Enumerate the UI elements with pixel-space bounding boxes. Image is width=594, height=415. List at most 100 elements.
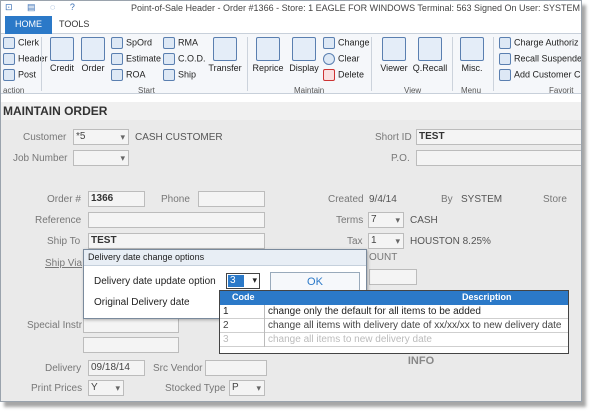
clear-icon <box>323 53 335 65</box>
option-row[interactable]: 3 change all items to new delivery date <box>220 333 568 347</box>
misc-button[interactable]: Misc. <box>457 37 487 73</box>
group-label-view: View <box>404 86 422 95</box>
ship-via-link[interactable]: Ship Via <box>45 258 82 269</box>
clerk-button[interactable]: Clerk <box>3 37 39 49</box>
ok-button[interactable]: OK <box>270 272 360 292</box>
viewer-button[interactable]: Viewer <box>378 37 410 73</box>
reprice-icon <box>256 37 280 61</box>
ribbon-tabs: HOME TOOLS <box>1 16 581 34</box>
group-label-start: Start <box>138 86 155 95</box>
reference-field[interactable] <box>88 212 265 228</box>
roa-button[interactable]: ROA <box>111 69 146 81</box>
change-button[interactable]: Change <box>323 37 370 49</box>
job-number-label: Job Number <box>13 153 68 164</box>
sporder-button[interactable]: SpOrd <box>111 37 152 49</box>
post-button[interactable]: Post <box>3 69 36 81</box>
special-instructions-field[interactable] <box>83 317 179 333</box>
customer-name: CASH CUSTOMER <box>135 132 223 143</box>
qrecall-button[interactable]: Q.Recall <box>412 37 448 73</box>
po-field[interactable] <box>416 150 581 166</box>
option-description: change only the default for all items to… <box>268 306 481 317</box>
clock-icon <box>418 37 442 61</box>
src-vendor-field[interactable] <box>205 360 267 376</box>
ship-button[interactable]: Ship <box>163 69 196 81</box>
terms-label: Terms <box>336 215 364 226</box>
ship-to-field[interactable]: TEST <box>88 233 265 249</box>
stocked-type-select[interactable]: P <box>229 380 265 396</box>
rma-button[interactable]: RMA <box>163 37 198 49</box>
change-icon <box>323 37 335 49</box>
group-label-action: action <box>3 86 25 95</box>
ribbon-separator <box>371 37 372 91</box>
chevron-down-icon[interactable]: ▾ <box>252 275 257 286</box>
stocked-type-label: Stocked Type <box>165 383 226 394</box>
option-row[interactable]: 1 change only the default for all items … <box>220 305 568 319</box>
group-label-favorites: Favorit <box>549 86 574 95</box>
transfer-button[interactable]: Transfer <box>207 37 243 73</box>
created-value: 9/4/14 <box>369 194 397 205</box>
clear-button[interactable]: Clear <box>323 53 360 65</box>
fav-add-customer[interactable]: Add Customer C <box>499 69 581 81</box>
terms-select[interactable]: 7 <box>368 212 404 228</box>
customer-select[interactable]: *5 <box>73 129 129 145</box>
tab-tools[interactable]: TOOLS <box>49 16 99 34</box>
order-number-field[interactable]: 1366 <box>88 191 145 207</box>
column-divider <box>264 319 265 333</box>
by-value: SYSTEM <box>461 194 503 205</box>
print-prices-select[interactable]: Y <box>88 380 124 396</box>
update-option-select[interactable]: 3 ▾ <box>226 273 260 289</box>
special-instructions-field-2[interactable] <box>83 337 179 353</box>
update-option-dropdown-grid: Code Description 1 change only the defau… <box>219 290 569 354</box>
description-column-header: Description <box>462 292 512 302</box>
cod-icon <box>163 53 175 65</box>
clerk-icon <box>3 37 15 49</box>
ribbon-separator <box>493 37 494 91</box>
fav-charge-authorization[interactable]: Charge Authoriz <box>499 37 579 49</box>
display-icon <box>292 37 316 61</box>
account-field[interactable] <box>369 269 417 285</box>
roa-icon <box>111 69 123 81</box>
order-button[interactable]: Order <box>79 37 107 73</box>
credit-icon <box>50 37 74 61</box>
credit-button[interactable]: Credit <box>47 37 77 73</box>
ribbon-separator <box>41 37 42 91</box>
quick-access-toolbar[interactable]: ⊡ ▤ ◌ ? <box>5 2 81 13</box>
delivery-field[interactable]: 09/18/14 <box>88 360 145 376</box>
ship-icon <box>163 69 175 81</box>
info-heading: INFO <box>407 355 435 367</box>
original-delivery-label: Original Delivery date <box>94 297 190 308</box>
po-label: P.O. <box>391 153 410 164</box>
cod-button[interactable]: C.O.D. <box>163 53 206 65</box>
column-divider <box>264 305 265 319</box>
phone-field[interactable] <box>198 191 265 207</box>
ship-to-label: Ship To <box>47 236 81 247</box>
estimate-button[interactable]: Estimate <box>111 53 161 65</box>
tax-select[interactable]: 1 <box>368 233 404 249</box>
misc-icon <box>460 37 484 61</box>
ribbon-separator <box>452 37 453 91</box>
tab-home[interactable]: HOME <box>5 16 52 34</box>
pos-window: ⊡ ▤ ◌ ? Point-of-Sale Header - Order #13… <box>0 0 582 402</box>
wrench-icon <box>499 69 511 81</box>
print-prices-label: Print Prices <box>31 383 83 394</box>
reference-label: Reference <box>35 215 82 226</box>
option-code: 3 <box>223 334 229 345</box>
store-label: Store <box>543 194 567 205</box>
option-row[interactable]: 2 change all items with delivery date of… <box>220 319 568 333</box>
reprice-button[interactable]: Reprice <box>251 37 285 73</box>
option-code: 1 <box>223 306 229 317</box>
created-label: Created <box>328 194 364 205</box>
sporder-icon <box>111 37 123 49</box>
delete-icon <box>323 69 335 81</box>
fav-recall-suspended[interactable]: Recall Suspende <box>499 53 581 65</box>
order-number-label: Order # <box>47 194 81 205</box>
display-button[interactable]: Display <box>288 37 320 73</box>
short-id-field[interactable]: TEST <box>416 129 581 145</box>
column-divider <box>264 333 265 347</box>
delete-button[interactable]: Delete <box>323 69 364 81</box>
window-title: Point-of-Sale Header - Order #1366 - Sto… <box>131 3 581 13</box>
job-number-select[interactable] <box>73 150 129 166</box>
selected-option: 3 <box>228 275 244 287</box>
by-label: By <box>441 194 453 205</box>
phone-label: Phone <box>161 194 190 205</box>
